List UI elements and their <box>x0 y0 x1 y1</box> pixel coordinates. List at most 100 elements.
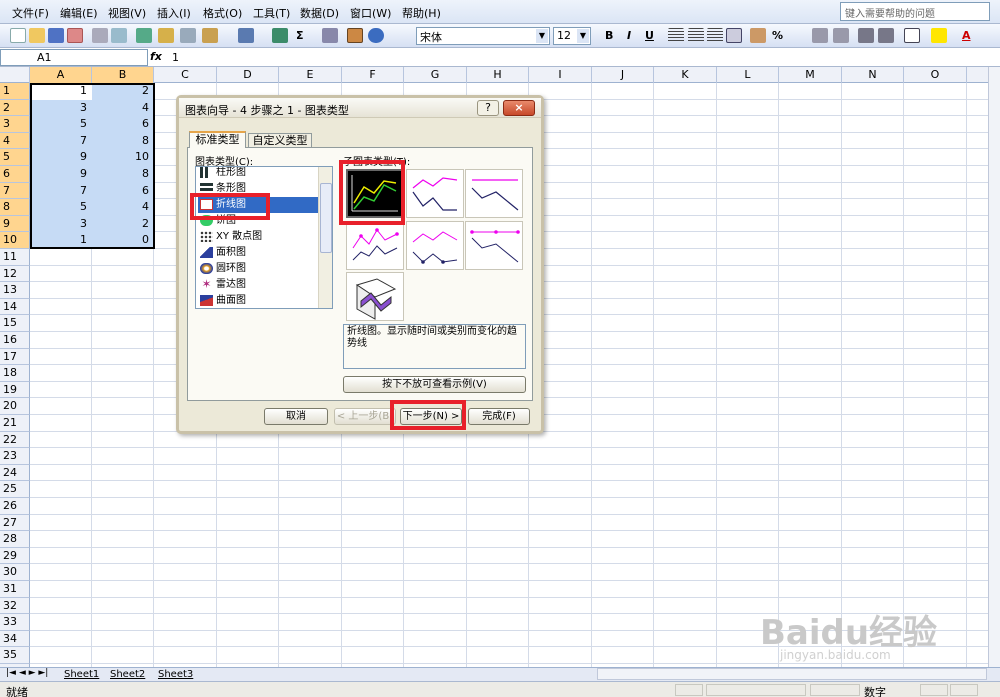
column-header[interactable]: G <box>404 67 467 83</box>
dialog-title-bar[interactable]: 图表向导 - 4 步骤之 1 - 图表类型 ? × <box>179 98 541 118</box>
cell-b[interactable]: 4 <box>92 199 152 215</box>
row-header[interactable]: 19 <box>0 381 30 399</box>
row-header[interactable]: 16 <box>0 332 30 349</box>
row-header[interactable]: 23 <box>0 448 30 465</box>
row-header[interactable]: 13 <box>0 282 30 299</box>
menu-tools[interactable]: 工具(T) <box>253 5 290 21</box>
list-item[interactable]: 饼图 <box>198 213 318 229</box>
merge-center-icon[interactable] <box>726 28 742 43</box>
row-header[interactable]: 14 <box>0 298 30 316</box>
cell-b[interactable]: 8 <box>92 133 152 149</box>
row-header[interactable]: 25 <box>0 481 30 498</box>
row-header[interactable]: 26 <box>0 498 30 515</box>
chart-type-list[interactable]: 柱形图 条形图 折线图 饼图 XY 散点图 面积图 圆环图 ✶ 雷达图 曲面图 <box>195 166 333 309</box>
cell-b[interactable]: 6 <box>92 183 152 199</box>
row-header[interactable]: 22 <box>0 431 30 449</box>
column-header[interactable]: K <box>654 67 717 83</box>
column-header[interactable]: E <box>279 67 342 83</box>
column-header[interactable]: N <box>842 67 904 83</box>
subtype-100-stacked-markers[interactable] <box>465 221 523 270</box>
list-item[interactable]: 条形图 <box>198 181 318 197</box>
menu-file[interactable]: 文件(F) <box>12 5 49 21</box>
row-header[interactable]: 5 <box>0 149 30 166</box>
row-header[interactable]: 10 <box>0 232 30 249</box>
menu-format[interactable]: 格式(O) <box>203 5 242 21</box>
cell-a[interactable]: 9 <box>30 149 90 165</box>
chart-wizard-icon[interactable] <box>347 28 363 43</box>
cell-a[interactable]: 1 <box>30 83 90 99</box>
row-header[interactable]: 8 <box>0 199 30 216</box>
cell-b[interactable]: 2 <box>92 83 152 99</box>
column-header[interactable]: F <box>342 67 404 83</box>
currency-icon[interactable] <box>750 28 766 43</box>
row-header[interactable]: 34 <box>0 630 30 648</box>
cell-a[interactable]: 5 <box>30 116 90 132</box>
row-header[interactable]: 29 <box>0 547 30 565</box>
cell-b[interactable]: 10 <box>92 149 152 165</box>
row-header[interactable]: 7 <box>0 182 30 200</box>
fill-color-icon[interactable] <box>931 28 947 43</box>
italic-button[interactable]: I <box>627 29 631 42</box>
cell-a[interactable]: 7 <box>30 183 90 199</box>
select-all-corner[interactable] <box>0 67 30 83</box>
row-header[interactable]: 17 <box>0 348 30 366</box>
align-center-icon[interactable] <box>688 28 704 43</box>
row-header[interactable]: 20 <box>0 398 30 415</box>
row-header[interactable]: 18 <box>0 365 30 382</box>
row-header[interactable]: 27 <box>0 514 30 532</box>
subtype-stacked-line[interactable] <box>406 169 464 218</box>
cell-b[interactable]: 0 <box>92 232 152 248</box>
column-header[interactable]: I <box>529 67 592 83</box>
list-item[interactable]: ✶ 雷达图 <box>198 277 318 293</box>
cell-b[interactable]: 4 <box>92 100 152 116</box>
scrollbar-thumb[interactable] <box>320 183 332 253</box>
list-item[interactable]: XY 散点图 <box>198 229 318 245</box>
subtype-line-selected[interactable] <box>346 169 404 218</box>
decrease-decimal-icon[interactable] <box>833 28 849 43</box>
row-header[interactable]: 30 <box>0 564 30 581</box>
subtype-100-stacked-line[interactable] <box>465 169 523 218</box>
list-item[interactable]: 圆环图 <box>198 261 318 277</box>
row-header[interactable]: 12 <box>0 265 30 283</box>
menu-help[interactable]: 帮助(H) <box>402 5 441 21</box>
row-header[interactable]: 4 <box>0 132 30 150</box>
tab-standard-types[interactable]: 标准类型 <box>189 131 246 148</box>
vertical-scrollbar[interactable] <box>988 67 1000 667</box>
undo-icon[interactable] <box>238 28 254 43</box>
column-header[interactable]: M <box>779 67 842 83</box>
print-preview-icon[interactable] <box>111 28 127 43</box>
list-scrollbar[interactable] <box>318 167 332 308</box>
tab-sheet1[interactable]: Sheet1 <box>64 668 99 681</box>
font-color-icon[interactable]: A <box>962 29 971 42</box>
row-header[interactable]: 3 <box>0 116 30 133</box>
permission-icon[interactable] <box>67 28 83 43</box>
column-header[interactable]: L <box>717 67 779 83</box>
list-item[interactable]: 面积图 <box>198 245 318 261</box>
list-item[interactable]: 柱形图 <box>198 167 318 181</box>
hyperlink-icon[interactable] <box>272 28 288 43</box>
subtype-line-markers[interactable] <box>346 221 404 270</box>
cell-a[interactable]: 3 <box>30 216 90 232</box>
row-header[interactable]: 1 <box>0 83 30 100</box>
subtype-3d-line[interactable] <box>346 272 404 321</box>
cell-b[interactable]: 2 <box>92 216 152 232</box>
horizontal-scrollbar[interactable] <box>597 668 987 680</box>
bold-button[interactable]: B <box>605 29 613 42</box>
spelling-icon[interactable] <box>136 28 152 43</box>
new-icon[interactable] <box>10 28 26 43</box>
copy-icon[interactable] <box>180 28 196 43</box>
decrease-indent-icon[interactable] <box>858 28 874 43</box>
sort-ascending-icon[interactable] <box>322 28 338 43</box>
save-icon[interactable] <box>48 28 64 43</box>
row-header[interactable]: 15 <box>0 315 30 332</box>
cut-icon[interactable] <box>158 28 174 43</box>
row-header[interactable]: 28 <box>0 531 30 548</box>
row-header[interactable]: 11 <box>0 249 30 266</box>
cell-b[interactable]: 8 <box>92 166 152 182</box>
percent-button[interactable]: % <box>772 29 783 42</box>
align-left-icon[interactable] <box>668 28 684 43</box>
paste-icon[interactable] <box>202 28 218 43</box>
menu-insert[interactable]: 插入(I) <box>157 5 191 21</box>
print-icon[interactable] <box>92 28 108 43</box>
cell-a[interactable]: 3 <box>30 100 90 116</box>
